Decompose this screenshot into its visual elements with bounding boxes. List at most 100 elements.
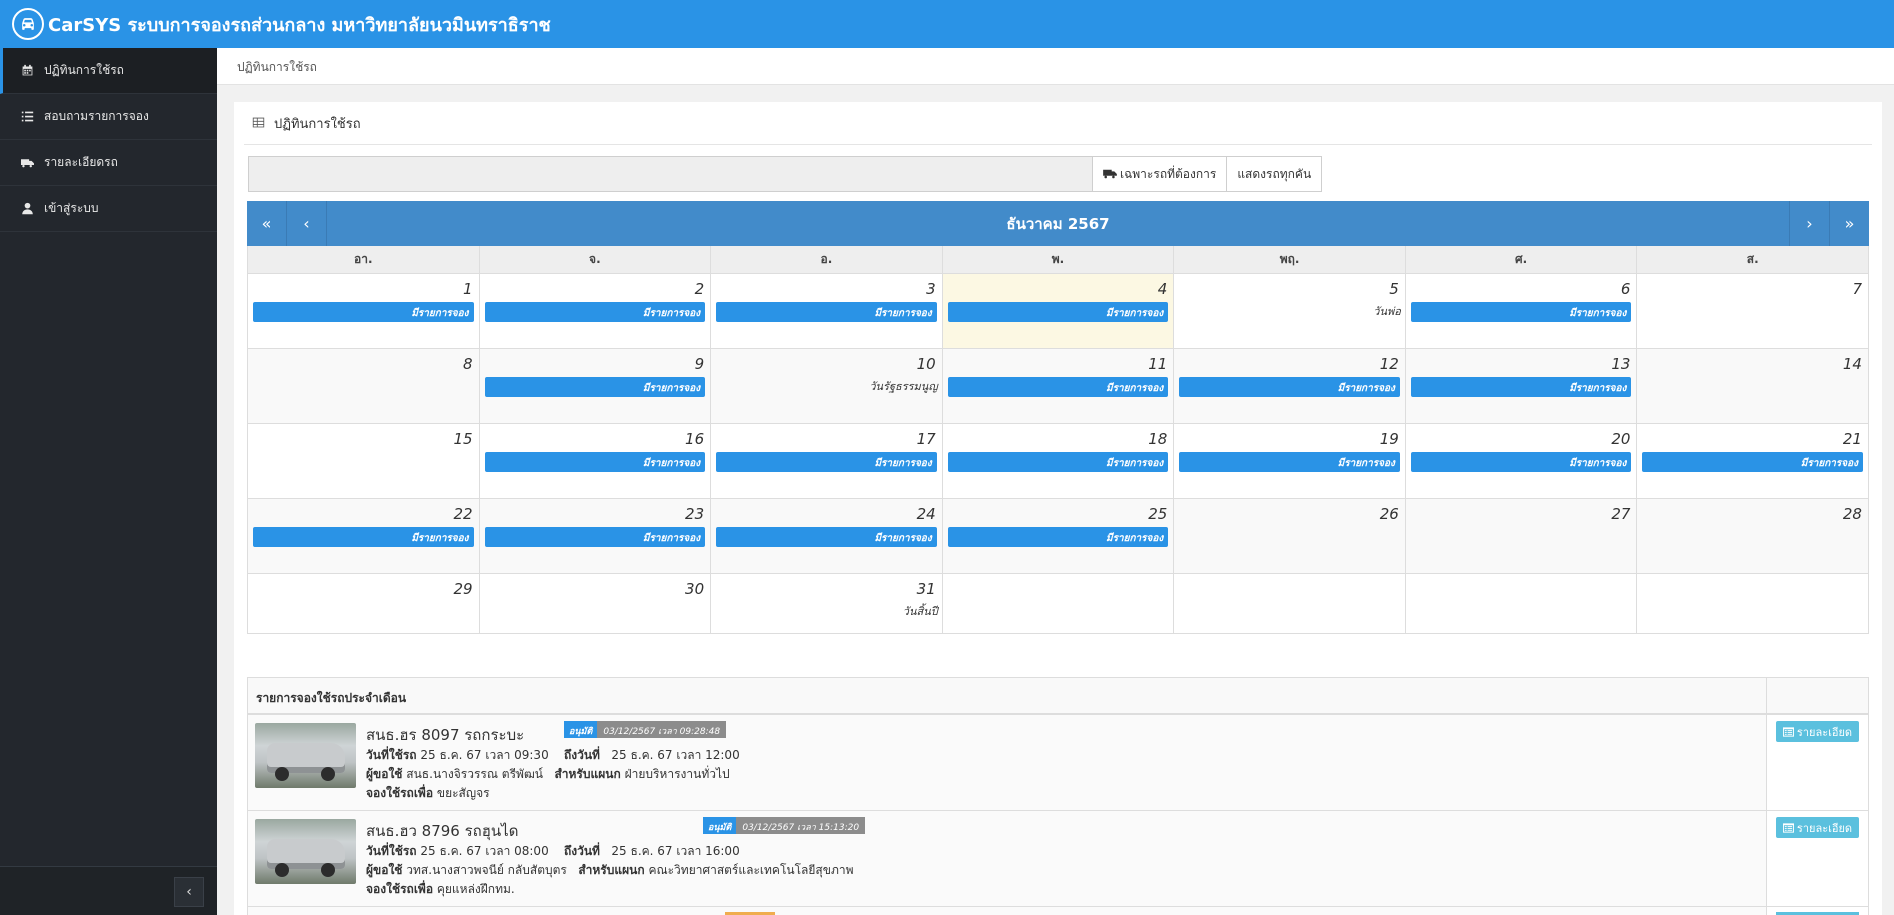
calendar-day[interactable]: 23 มีรายการจอง: [479, 499, 712, 574]
calendar-day[interactable]: 26: [1174, 499, 1406, 574]
calendar-day: [1174, 574, 1406, 634]
booking-event[interactable]: มีรายการจอง: [716, 527, 937, 547]
booking-event[interactable]: มีรายการจอง: [484, 302, 706, 322]
sidebar-item-label: สอบถามรายการจอง: [44, 109, 149, 123]
next-year-button[interactable]: »: [1829, 201, 1869, 246]
day-number: 15: [453, 430, 473, 448]
calendar-day[interactable]: 22 มีรายการจอง: [248, 499, 480, 574]
calendar-grid: อา. จ. อ. พ. พฤ. ศ. ส. 1 มีรายการจอง 2 มีรายการจอง…: [247, 246, 1869, 634]
booking-event[interactable]: มีรายการจอง: [1179, 377, 1400, 397]
day-number: 5: [1389, 280, 1399, 298]
approval-timestamp: 03/12/2567 เวลา 15:13:20: [736, 817, 866, 834]
calendar-day[interactable]: 12 มีรายการจอง: [1174, 349, 1406, 424]
day-number: 20: [1611, 430, 1631, 448]
booking-event[interactable]: มีรายการจอง: [947, 452, 1169, 472]
calendar-day[interactable]: 30: [479, 574, 712, 634]
status-label: อนุมัติ: [703, 817, 737, 834]
day-number: 23: [685, 505, 705, 523]
sidebar-item-calendar[interactable]: ปฏิทินการใช้รถ: [0, 48, 217, 94]
calendar-day[interactable]: 18 มีรายการจอง: [942, 424, 1175, 499]
calendar-day[interactable]: 31 วันสิ้นปี: [711, 574, 943, 634]
sidebar-item-vehicle-details[interactable]: รายละเอียดรถ: [0, 140, 217, 186]
booking-event[interactable]: มีรายการจอง: [947, 377, 1169, 397]
calendar-day[interactable]: 19 มีรายการจอง: [1174, 424, 1406, 499]
calendar-nav: « ‹ ธันวาคม 2567 › »: [247, 201, 1869, 246]
weekday-header: พ.: [942, 246, 1175, 274]
prev-month-button[interactable]: ‹: [287, 201, 327, 246]
calendar-day[interactable]: 1 มีรายการจอง: [248, 274, 480, 349]
monthly-bookings-table: รายการจองใช้รถประจำเดือน สนธ.ฮร 8097 รถก…: [247, 677, 1869, 915]
booking-event[interactable]: มีรายการจอง: [716, 452, 937, 472]
day-number: 30: [685, 580, 705, 598]
day-number: 26: [1379, 505, 1399, 523]
day-number: 14: [1842, 355, 1862, 373]
booking-event[interactable]: มีรายการจอง: [716, 302, 937, 322]
truck-icon: [1103, 169, 1117, 179]
calendar-card: ปฏิทินการใช้รถ เฉพาะรถที่ต้องการ แสดงรถท…: [234, 102, 1882, 915]
booking-event[interactable]: มีรายการจอง: [1642, 452, 1863, 472]
booking-event[interactable]: มีรายการจอง: [253, 527, 474, 547]
calendar-day[interactable]: 7: [1637, 274, 1869, 349]
sidebar-collapse-button[interactable]: ‹: [174, 877, 204, 907]
calendar-day[interactable]: 16 มีรายการจอง: [479, 424, 712, 499]
calendar-day: [942, 574, 1175, 634]
prev-year-button[interactable]: «: [247, 201, 287, 246]
calendar-day: [1637, 574, 1869, 634]
vehicle-photo: [255, 819, 356, 884]
detail-button[interactable]: รายละเอียด: [1776, 721, 1859, 742]
calendar-day[interactable]: 28: [1637, 499, 1869, 574]
vehicle-photo: [255, 723, 356, 788]
booking-event[interactable]: มีรายการจอง: [947, 527, 1169, 547]
day-number: 17: [916, 430, 936, 448]
show-all-vehicles-button[interactable]: แสดงรถทุกคัน: [1227, 156, 1323, 192]
calendar-day[interactable]: 2 มีรายการจอง: [479, 274, 712, 349]
bookings-table-title: รายการจองใช้รถประจำเดือน: [248, 678, 1767, 713]
booking-rows: สนธ.ฮร 8097 รถกระบะ อนุมัติ 03/12/2567 เวล…: [248, 715, 1868, 907]
calendar-day[interactable]: 5 วันพ่อ: [1174, 274, 1406, 349]
purpose-info: จองใช้รถเพื่อ คุยแหล่งฝึกทม.: [366, 882, 515, 896]
top-header: CarSYS ระบบการจองรถส่วนกลาง มหาวิทยาลัยน…: [0, 0, 1894, 48]
detail-button[interactable]: รายละเอียด: [1776, 817, 1859, 838]
status-badge: อนุมัติ 03/12/2567 เวลา 09:28:48: [564, 721, 727, 738]
calendar-day[interactable]: 21 มีรายการจอง: [1637, 424, 1869, 499]
booking-event[interactable]: มีรายการจอง: [947, 302, 1169, 322]
holiday-label: วันสิ้นปี: [902, 605, 938, 618]
calendar-day[interactable]: 9 มีรายการจอง: [479, 349, 712, 424]
breadcrumb-item[interactable]: ปฏิทินการใช้รถ: [237, 60, 317, 74]
card-title: ปฏิทินการใช้รถ: [274, 116, 361, 132]
calendar-day[interactable]: 6 มีรายการจอง: [1405, 274, 1638, 349]
vehicle-name: สนธ.ฮว 8796 รถฮุนได: [366, 822, 519, 840]
booking-event[interactable]: มีรายการจอง: [253, 302, 474, 322]
specific-vehicle-button[interactable]: เฉพาะรถที่ต้องการ: [1093, 156, 1228, 192]
calendar-day[interactable]: 20 มีรายการจอง: [1405, 424, 1638, 499]
calendar-day[interactable]: 17 มีรายการจอง: [711, 424, 943, 499]
booking-event[interactable]: มีรายการจอง: [1179, 452, 1400, 472]
calendar-day[interactable]: 27: [1405, 499, 1638, 574]
calendar-day[interactable]: 11 มีรายการจอง: [942, 349, 1175, 424]
calendar-day[interactable]: 8: [248, 349, 480, 424]
calendar-day[interactable]: 14: [1637, 349, 1869, 424]
day-number: 24: [916, 505, 936, 523]
booking-event[interactable]: มีรายการจอง: [484, 377, 706, 397]
show-all-label: แสดงรถทุกคัน: [1237, 166, 1312, 181]
calendar-day[interactable]: 15: [248, 424, 480, 499]
calendar-day[interactable]: 10 วันรัฐธรรมนูญ: [711, 349, 943, 424]
booking-event[interactable]: มีรายการจอง: [484, 527, 706, 547]
vehicle-select-input[interactable]: [248, 156, 1093, 192]
weekday-header: ศ.: [1405, 246, 1638, 274]
calendar-day[interactable]: 3 มีรายการจอง: [711, 274, 943, 349]
sidebar-item-login[interactable]: เข้าสู่ระบบ: [0, 186, 217, 232]
sidebar-item-label: รายละเอียดรถ: [44, 155, 118, 169]
booking-event[interactable]: มีรายการจอง: [484, 452, 706, 472]
calendar-day[interactable]: 25 มีรายการจอง: [942, 499, 1175, 574]
booking-event[interactable]: มีรายการจอง: [1410, 377, 1632, 397]
calendar-day[interactable]: 24 มีรายการจอง: [711, 499, 943, 574]
booking-event[interactable]: มีรายการจอง: [1410, 302, 1632, 322]
booking-event[interactable]: มีรายการจอง: [1410, 452, 1632, 472]
calendar-day[interactable]: 29: [248, 574, 480, 634]
next-month-button[interactable]: ›: [1789, 201, 1829, 246]
calendar-day[interactable]: 4 มีรายการจอง: [942, 274, 1175, 349]
calendar-day[interactable]: 13 มีรายการจอง: [1405, 349, 1638, 424]
table-icon: [252, 116, 266, 130]
sidebar-item-booking-inquiry[interactable]: สอบถามรายการจอง: [0, 94, 217, 140]
